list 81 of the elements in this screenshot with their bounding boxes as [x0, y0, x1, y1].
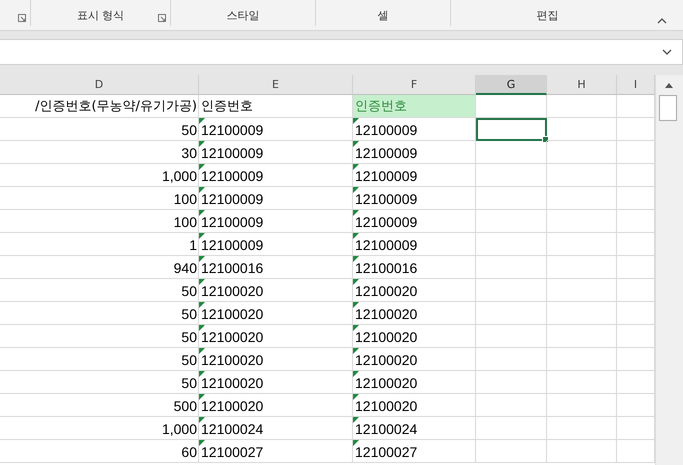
collapse-ribbon-icon[interactable]	[657, 18, 667, 24]
table-cell: 50	[0, 325, 199, 348]
empty-cell	[547, 187, 617, 210]
expand-caret-icon[interactable]	[662, 49, 672, 55]
scroll-up-icon[interactable]	[665, 83, 673, 88]
cell-text: 12100016	[201, 260, 264, 276]
column-header[interactable]: H	[547, 75, 617, 95]
cell-text: 12100009	[201, 122, 264, 138]
cell-text: 12100009	[201, 145, 264, 161]
column-header[interactable]: E	[199, 75, 353, 95]
table-cell: 50	[0, 302, 199, 325]
dialog-launcher-icon[interactable]	[158, 14, 166, 22]
ribbon-group-label: 표시 형식	[76, 8, 124, 24]
empty-cell	[547, 210, 617, 233]
cell-text: 12100009	[201, 168, 264, 184]
table-cell: 30	[0, 141, 199, 164]
cell-text: 12100009	[355, 168, 418, 184]
cell-text: 12100027	[355, 444, 418, 460]
table-cell: 60	[0, 440, 199, 463]
empty-cell	[547, 440, 617, 463]
table-cell: 100	[0, 210, 199, 233]
table-cell: 940	[0, 256, 199, 279]
table-cell: 50	[0, 279, 199, 302]
cell-text: 12100009	[355, 237, 418, 253]
ribbon-group-label: 셀	[378, 8, 388, 24]
cell-text: 12100020	[355, 329, 418, 345]
cell-text: 12100020	[201, 329, 264, 345]
scrollbar-thumb[interactable]	[659, 95, 677, 121]
empty-cell	[547, 348, 617, 371]
empty-cell	[547, 141, 617, 164]
ribbon-group-label: 편집	[536, 8, 558, 24]
empty-cell	[547, 279, 617, 302]
empty-cell	[547, 302, 617, 325]
cell-text: 12100009	[355, 145, 418, 161]
active-cell[interactable]	[476, 118, 547, 141]
cell-text: 12100020	[355, 398, 418, 414]
cell-text: 12100020	[201, 352, 264, 368]
empty-cell	[547, 256, 617, 279]
cell-text: 12100020	[201, 375, 264, 391]
cell-text: 12100020	[201, 398, 264, 414]
cell-text: 12100009	[355, 191, 418, 207]
cell-text: 12100016	[355, 260, 418, 276]
empty-cell	[547, 394, 617, 417]
table-cell: 1	[0, 233, 199, 256]
empty-cell	[547, 95, 617, 118]
table-cell: 50	[0, 118, 199, 141]
table-cell: 1,000	[0, 417, 199, 440]
table-cell: 500	[0, 394, 199, 417]
empty-cell	[547, 325, 617, 348]
cell-text: 12100009	[355, 122, 418, 138]
empty-cell	[547, 118, 617, 141]
cell-text: 12100024	[355, 421, 418, 437]
column-header[interactable]: G	[476, 75, 547, 95]
cell-text: 12100020	[355, 375, 418, 391]
cell-text: 12100020	[355, 306, 418, 322]
table-cell: 50	[0, 371, 199, 394]
empty-cell	[547, 233, 617, 256]
cell-text: 12100009	[201, 237, 264, 253]
vertical-scrollbar[interactable]	[655, 75, 683, 465]
cell-text: 12100020	[201, 283, 264, 299]
cell-text: 12100020	[201, 306, 264, 322]
table-cell: 인증번호	[353, 95, 476, 118]
cell-text: 12100020	[355, 352, 418, 368]
column-header[interactable]: F	[353, 75, 476, 95]
ribbon-group-label: 스타일	[226, 8, 260, 24]
table-cell: 1,000	[0, 164, 199, 187]
column-header[interactable]: I	[617, 75, 655, 95]
empty-cell	[547, 417, 617, 440]
column-header[interactable]: D	[0, 75, 199, 95]
cell-text: 12100024	[201, 421, 264, 437]
dialog-launcher-icon[interactable]	[18, 14, 26, 22]
table-cell: 100	[0, 187, 199, 210]
table-cell: /인증번호(무농약/유기가공)	[0, 95, 199, 118]
table-cell: 50	[0, 348, 199, 371]
cell-text: 12100027	[201, 444, 264, 460]
cell-text: 12100020	[355, 283, 418, 299]
cell-text: 12100009	[201, 214, 264, 230]
cell-text: 12100009	[355, 214, 418, 230]
empty-cell	[547, 371, 617, 394]
empty-cell	[547, 164, 617, 187]
cell-text: 12100009	[201, 191, 264, 207]
